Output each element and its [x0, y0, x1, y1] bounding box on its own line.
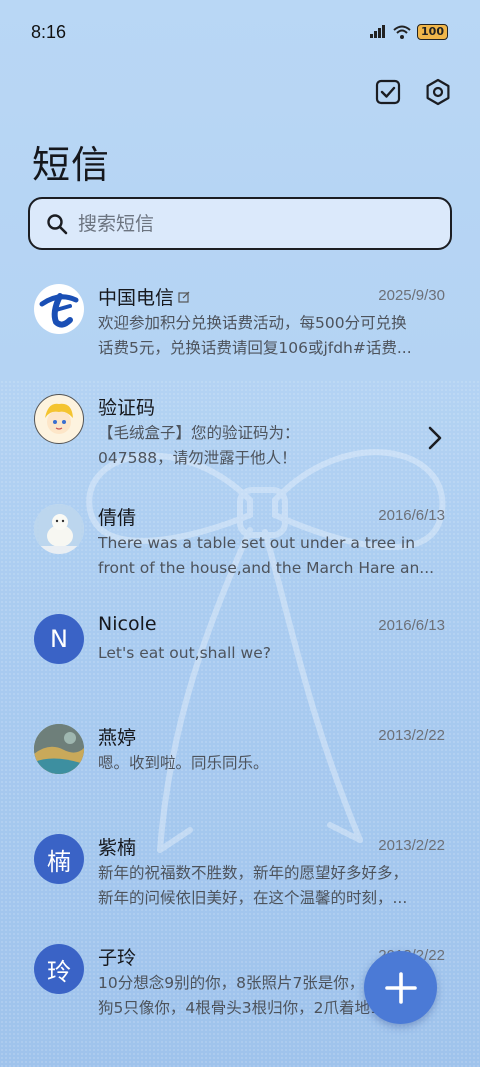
settings-icon [426, 78, 450, 106]
china-telecom-logo-icon [35, 285, 83, 333]
message-preview: 嗯。收到啦。同乐同乐。 [98, 754, 269, 772]
message-preview: 新年的祝福数不胜数，新年的愿望好多好多， 新年的问候依旧美好，在这个温馨的时刻，… [98, 864, 409, 907]
conversation-row[interactable]: 验证码 【毛绒盒子】您的验证码为： 047588，请勿泄露于他人！ [0, 382, 480, 492]
plus-icon [384, 971, 417, 1004]
contact-name: 子玲 [98, 947, 137, 969]
status-time: 8:16 [31, 22, 67, 42]
conversation-row[interactable]: 倩倩 2016/6/13 There was a table set out u… [0, 492, 480, 602]
avatar [34, 394, 84, 444]
landscape-photo-avatar-icon [34, 724, 84, 774]
settings-button[interactable] [424, 78, 452, 106]
select-checkbox-button[interactable] [374, 78, 402, 106]
search-icon [47, 213, 68, 234]
top-actions [374, 78, 452, 106]
status-bar: 8:16 100 [0, 0, 480, 66]
message-preview: 欢迎参加积分兑换话费活动，每500分可兑换 话费5元，兑换话费请回复106或jf… [98, 314, 412, 357]
search-box[interactable] [28, 197, 452, 250]
contact-name: 紫楠 [98, 837, 137, 859]
contact-name: Nicole [98, 613, 157, 635]
signal-icon [370, 25, 386, 38]
message-date: 2016/6/13 [378, 507, 445, 524]
conversation-row[interactable]: 燕婷 2013/2/22 嗯。收到啦。同乐同乐。 [0, 712, 480, 822]
edit-badge-icon [178, 291, 190, 303]
search-input[interactable] [78, 212, 418, 235]
battery-icon: 100 [417, 24, 448, 40]
avatar: N [34, 614, 84, 664]
conversation-list: 中国电信 2025/9/30 欢迎参加积分兑换话费活动，每500分可兑换 话费5… [0, 272, 480, 1042]
message-date: 2013/2/22 [378, 837, 445, 854]
avatar: 玲 [34, 944, 84, 994]
conversation-row[interactable]: 楠 紫楠 2013/2/22 新年的祝福数不胜数，新年的愿望好多好多， 新年的问… [0, 822, 480, 932]
select-checkbox-icon [375, 79, 401, 105]
polar-bear-avatar-icon [34, 504, 84, 554]
contact-name: 中国电信 [98, 283, 190, 310]
conversation-row[interactable]: 中国电信 2025/9/30 欢迎参加积分兑换话费活动，每500分可兑换 话费5… [0, 272, 480, 382]
message-date: 2013/2/22 [378, 727, 445, 744]
page-title: 短信 [32, 143, 111, 187]
message-preview: There was a table set out under a tree i… [98, 534, 435, 577]
avatar [34, 504, 84, 554]
contact-name: 燕婷 [98, 727, 137, 749]
message-preview: 【毛绒盒子】您的验证码为： 047588，请勿泄露于他人！ [98, 424, 300, 467]
contact-name: 验证码 [98, 397, 156, 419]
avatar [34, 284, 84, 334]
wifi-icon [393, 25, 411, 39]
conversation-row[interactable]: N Nicole 2016/6/13 Let's eat out,shall w… [0, 602, 480, 712]
new-message-button[interactable] [364, 951, 437, 1024]
cartoon-boy-avatar-icon [45, 403, 73, 434]
contact-name: 倩倩 [98, 507, 137, 529]
avatar: 楠 [34, 834, 84, 884]
message-date: 2025/9/30 [378, 287, 445, 304]
avatar [34, 724, 84, 774]
message-date: 2016/6/13 [378, 617, 445, 634]
chevron-right-icon[interactable] [428, 426, 442, 450]
message-preview: Let's eat out,shall we? [98, 644, 271, 662]
status-icons: 100 [369, 24, 448, 40]
